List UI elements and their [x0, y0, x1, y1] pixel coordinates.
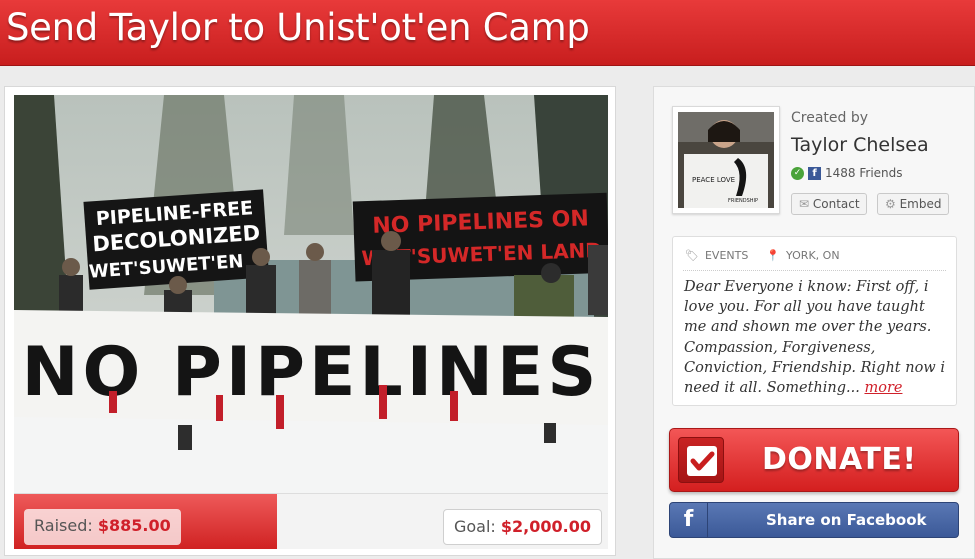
svg-text:NO PIPELINES: NO PIPELINES: [22, 333, 601, 412]
divider: [683, 270, 946, 271]
location-label[interactable]: YORK, ON: [786, 249, 840, 262]
facebook-icon: f: [808, 166, 821, 180]
campaign-media-panel: PIPELINE-FREE DECOLONIZED WET'SUWET'EN N…: [4, 86, 616, 556]
campaign-description-card: 🏷 EVENTS 📍 YORK, ON Dear Everyone i know…: [672, 236, 957, 406]
raised-amount: $885.00: [97, 516, 171, 535]
avatar: PEACE LOVE FRIENDSHIP: [678, 112, 774, 208]
more-link[interactable]: more: [864, 380, 902, 396]
embed-button[interactable]: ⚙ Embed: [877, 193, 949, 215]
donate-button[interactable]: DONATE!: [669, 428, 959, 492]
svg-text:PEACE LOVE: PEACE LOVE: [692, 176, 735, 184]
created-by-label: Created by: [791, 110, 869, 126]
gear-icon: ⚙: [885, 197, 896, 211]
envelope-icon: ✉: [799, 197, 810, 211]
creator-avatar-card[interactable]: PEACE LOVE FRIENDSHIP: [672, 106, 780, 214]
avatar-image: PEACE LOVE FRIENDSHIP: [678, 112, 774, 208]
campaign-title: Send Taylor to Unist'ot'en Camp: [6, 6, 590, 49]
contact-label: Contact: [812, 197, 860, 211]
campaign-photo-image: PIPELINE-FREE DECOLONIZED WET'SUWET'EN N…: [14, 95, 608, 493]
share-on-facebook-label: Share on Facebook: [766, 511, 927, 529]
goal-amount-box: Goal: $2,000.00: [442, 509, 602, 545]
checkmark-icon: [690, 451, 715, 471]
raised-label: Raised:: [34, 516, 93, 535]
friends-count: ✓ f 1488 Friends: [791, 166, 903, 180]
facebook-logo-icon: f: [670, 503, 708, 537]
creator-name[interactable]: Taylor Chelsea: [791, 134, 929, 156]
tag-icon: 🏷: [685, 249, 699, 262]
fundraising-progress-bar: Raised: $885.00 Goal: $2,000.00: [14, 493, 608, 549]
category-label[interactable]: EVENTS: [705, 249, 748, 262]
location-pin-icon: 📍: [766, 249, 781, 262]
embed-label: Embed: [899, 197, 942, 211]
page-header: Send Taylor to Unist'ot'en Camp: [0, 0, 975, 66]
verified-check-icon: ✓: [791, 166, 804, 180]
campaign-description: Dear Everyone i know: First off, i love …: [684, 277, 950, 398]
svg-text:FRIENDSHIP: FRIENDSHIP: [728, 198, 758, 204]
goal-label: Goal:: [453, 517, 496, 536]
raised-amount-box: Raised: $885.00: [24, 509, 181, 545]
donate-checkbox-icon: [678, 437, 724, 483]
campaign-meta: 🏷 EVENTS 📍 YORK, ON: [685, 249, 840, 262]
share-on-facebook-button[interactable]: f Share on Facebook: [669, 502, 959, 538]
description-text: Dear Everyone i know: First off, i love …: [684, 279, 945, 397]
goal-amount: $2,000.00: [500, 517, 591, 536]
contact-button[interactable]: ✉ Contact: [791, 193, 867, 215]
campaign-photo[interactable]: PIPELINE-FREE DECOLONIZED WET'SUWET'EN N…: [14, 95, 608, 493]
donate-label: DONATE!: [762, 442, 917, 477]
friends-count-label: 1488 Friends: [825, 166, 903, 180]
